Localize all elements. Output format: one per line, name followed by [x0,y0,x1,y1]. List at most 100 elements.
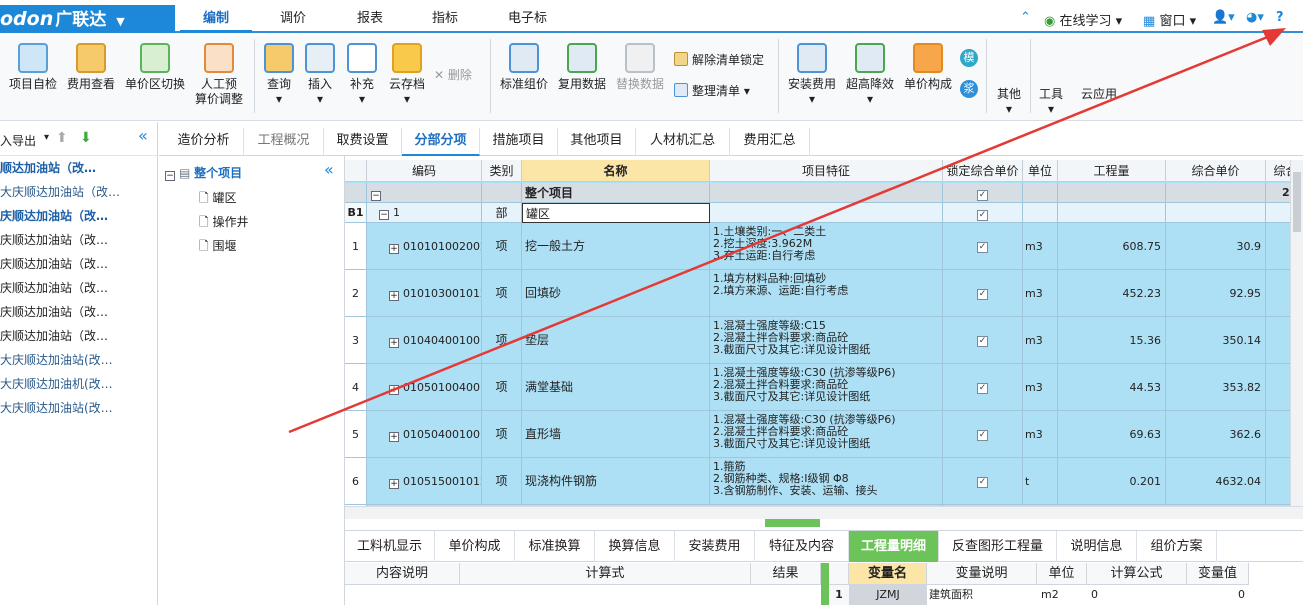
checkbox-icon[interactable]: ✓ [977,383,988,394]
window-menu-button[interactable]: ▦ 窗口 ▾ [1143,10,1196,29]
row-name[interactable]: 满堂基础 [522,364,710,411]
grid-header-unit[interactable]: 单位 [1023,160,1058,182]
row-code[interactable]: +010101002002 [367,223,482,270]
logo-dropdown-icon[interactable]: ▼ [116,15,124,28]
row-feature[interactable]: 1.混凝土强度等级:C30 (抗渗等级P6) 2.混凝土拌合料要求:商品砼 3.截面… [710,364,943,411]
project-check-button[interactable]: 项目自检 [6,39,60,117]
list-item[interactable]: 大庆顺达加油站（改… [0,180,157,204]
menu-tab-baobiao[interactable]: 报表 [335,8,405,33]
horizontal-scrollbar[interactable] [345,506,1303,519]
var-formula[interactable]: 0 [1087,585,1187,605]
list-item[interactable]: 大庆顺达加油站(改… [0,396,157,420]
mo-badge-icon[interactable]: 模 [960,49,978,67]
btab-convert-info[interactable]: 换算信息 [595,531,675,562]
list-item[interactable]: 庆顺达加油站（改… [0,324,157,348]
btab-price-comp[interactable]: 单价构成 [435,531,515,562]
row-code[interactable]: +010404001001 [367,317,482,364]
tidy-list-button[interactable]: 整理清单 ▾ [674,82,750,99]
lock-checkbox[interactable]: ✓ [943,317,1023,364]
grid-header-type[interactable]: 类别 [482,160,522,182]
vertical-scrollbar[interactable] [1290,160,1303,506]
cloud-app-button[interactable]: 云应用 [1075,39,1123,117]
lock-checkbox[interactable]: ✓ [943,203,1023,223]
list-item[interactable]: 大庆顺达加油站(改… [0,348,157,372]
list-item[interactable]: 大庆顺达加油机(改… [0,372,157,396]
grid-header-price[interactable]: 综合单价 [1166,160,1266,182]
tab-cost-analysis[interactable]: 造价分析 [164,128,244,156]
unit-price-composition-button[interactable]: 单价构成 [901,39,955,117]
btab-notes[interactable]: 说明信息 [1057,531,1137,562]
row-name[interactable]: 整个项目 [522,183,710,203]
grid-header-lock[interactable]: 锁定综合单价 [943,160,1023,182]
user-icon[interactable]: 👤▾ [1212,10,1235,25]
high-reduction-button[interactable]: 超高降效 ▾ [843,39,897,117]
row-toggle[interactable]: − [367,183,482,203]
row-code[interactable]: +010515001012 [367,458,482,505]
btab-std-convert[interactable]: 标准换算 [515,531,595,562]
grid-header-feature[interactable]: 项目特征 [710,160,943,182]
var-name[interactable]: JZMJ [849,585,927,605]
row-feature[interactable]: 1.土壤类别:一、二类土 2.挖土深度:3.962M 3.弃土运距:自行考虑 [710,223,943,270]
scroll-thumb[interactable] [1293,172,1301,232]
lock-checkbox[interactable]: ✓ [943,411,1023,458]
table-row[interactable]: − 整个项目 ✓ 217 [345,183,1290,203]
row-name[interactable]: 挖一般土方 [522,223,710,270]
grid-header-qty[interactable]: 工程量 [1058,160,1166,182]
row-name[interactable]: 垫层 [522,317,710,364]
import-dropdown-icon[interactable]: ▾ [44,132,49,143]
row-qty[interactable]: 44.53 [1058,364,1166,411]
expand-icon[interactable]: + [389,291,399,301]
row-qty[interactable]: 608.75 [1058,223,1166,270]
list-item[interactable]: 庆顺达加油站（改… [0,252,157,276]
tools-menu-button[interactable]: 工具 ▾ [1035,39,1067,117]
lock-checkbox[interactable]: ✓ [943,364,1023,411]
row-feature[interactable]: 1.填方材料品种:回填砂 2.填方来源、运距:自行考虑 [710,270,943,317]
checkbox-icon[interactable]: ✓ [977,430,988,441]
grid-header-code[interactable]: 编码 [367,160,482,182]
checkbox-icon[interactable]: ✓ [977,242,988,253]
standard-pricing-button[interactable]: 标准组价 [497,39,551,117]
var-desc[interactable]: 建筑面积 [927,585,1037,605]
row-feature[interactable]: 1.箍筋 2.钢筋种类、规格:I级钢 Φ8 3.含钢筋制作、安装、运输、接头 [710,458,943,505]
row-qty[interactable]: 69.63 [1058,411,1166,458]
move-up-icon[interactable]: ⬆ [56,130,68,146]
table-row[interactable]: 1 JZMJ 建筑面积 m2 0 0 [829,585,1249,605]
supplement-button[interactable]: 补充 ▾ [343,39,381,117]
cloud-archive-button[interactable]: 云存档 ▾ [385,39,429,117]
query-button[interactable]: 查询 ▾ [260,39,298,117]
lock-checkbox[interactable]: ✓ [943,223,1023,270]
other-menu-button[interactable]: 其他 ▾ [992,39,1026,117]
checkbox-icon[interactable]: ✓ [977,477,988,488]
lock-checkbox[interactable]: ✓ [943,270,1023,317]
tab-fee-settings[interactable]: 取费设置 [324,128,402,156]
expand-icon[interactable]: + [389,432,399,442]
tree-node-caozuojing[interactable]: 🗋 操作井 [199,213,249,234]
btab-pricing-plan[interactable]: 组价方案 [1137,531,1217,562]
row-feature[interactable]: 1.混凝土强度等级:C30 (抗渗等级P6) 2.混凝土拌合料要求:商品砼 3.截面… [710,411,943,458]
row-code[interactable]: +010501004001 [367,364,482,411]
table-row[interactable]: 6 +010515001012 项现浇构件钢筋 1.箍筋 2.钢筋种类、规格:I级钢 Φ… [345,458,1290,505]
tree-root[interactable]: − ▤ 整个项目 [165,164,242,181]
table-row[interactable]: B1 −1 部 罐区 ✓ 17 [345,203,1290,223]
install-cost-button[interactable]: 安装费用 ▾ [785,39,839,117]
tab-project-overview[interactable]: 工程概况 [244,128,324,156]
checkbox-icon[interactable]: ✓ [977,336,988,347]
list-item[interactable]: 庆顺达加油站（改… [0,276,157,300]
splitter-handle[interactable] [765,519,820,527]
row-name[interactable]: 直形墙 [522,411,710,458]
menu-tab-tiaojia[interactable]: 调价 [258,8,328,33]
row-qty[interactable]: 0.201 [1058,458,1166,505]
row-qty[interactable]: 15.36 [1058,317,1166,364]
list-item[interactable]: 庆顺达加油站（改… [0,228,157,252]
row-name[interactable]: 回填砂 [522,270,710,317]
grid-header-name[interactable]: 名称 [522,160,710,182]
table-row[interactable]: 1 +010101002002 项挖一般土方 1.土壤类别:一、二类土 2.挖土深度:3… [345,223,1290,270]
menu-tab-dianzibiao[interactable]: 电子标 [490,8,565,33]
lock-checkbox[interactable]: ✓ [943,458,1023,505]
delete-button[interactable]: ✕ 删除 [434,66,472,83]
list-item[interactable]: 顺达加油站（改… [0,156,157,180]
expand-icon[interactable]: + [389,338,399,348]
btab-install-cost[interactable]: 安装费用 [675,531,755,562]
row-name[interactable]: 现浇构件钢筋 [522,458,710,505]
expand-icon[interactable]: + [389,244,399,254]
